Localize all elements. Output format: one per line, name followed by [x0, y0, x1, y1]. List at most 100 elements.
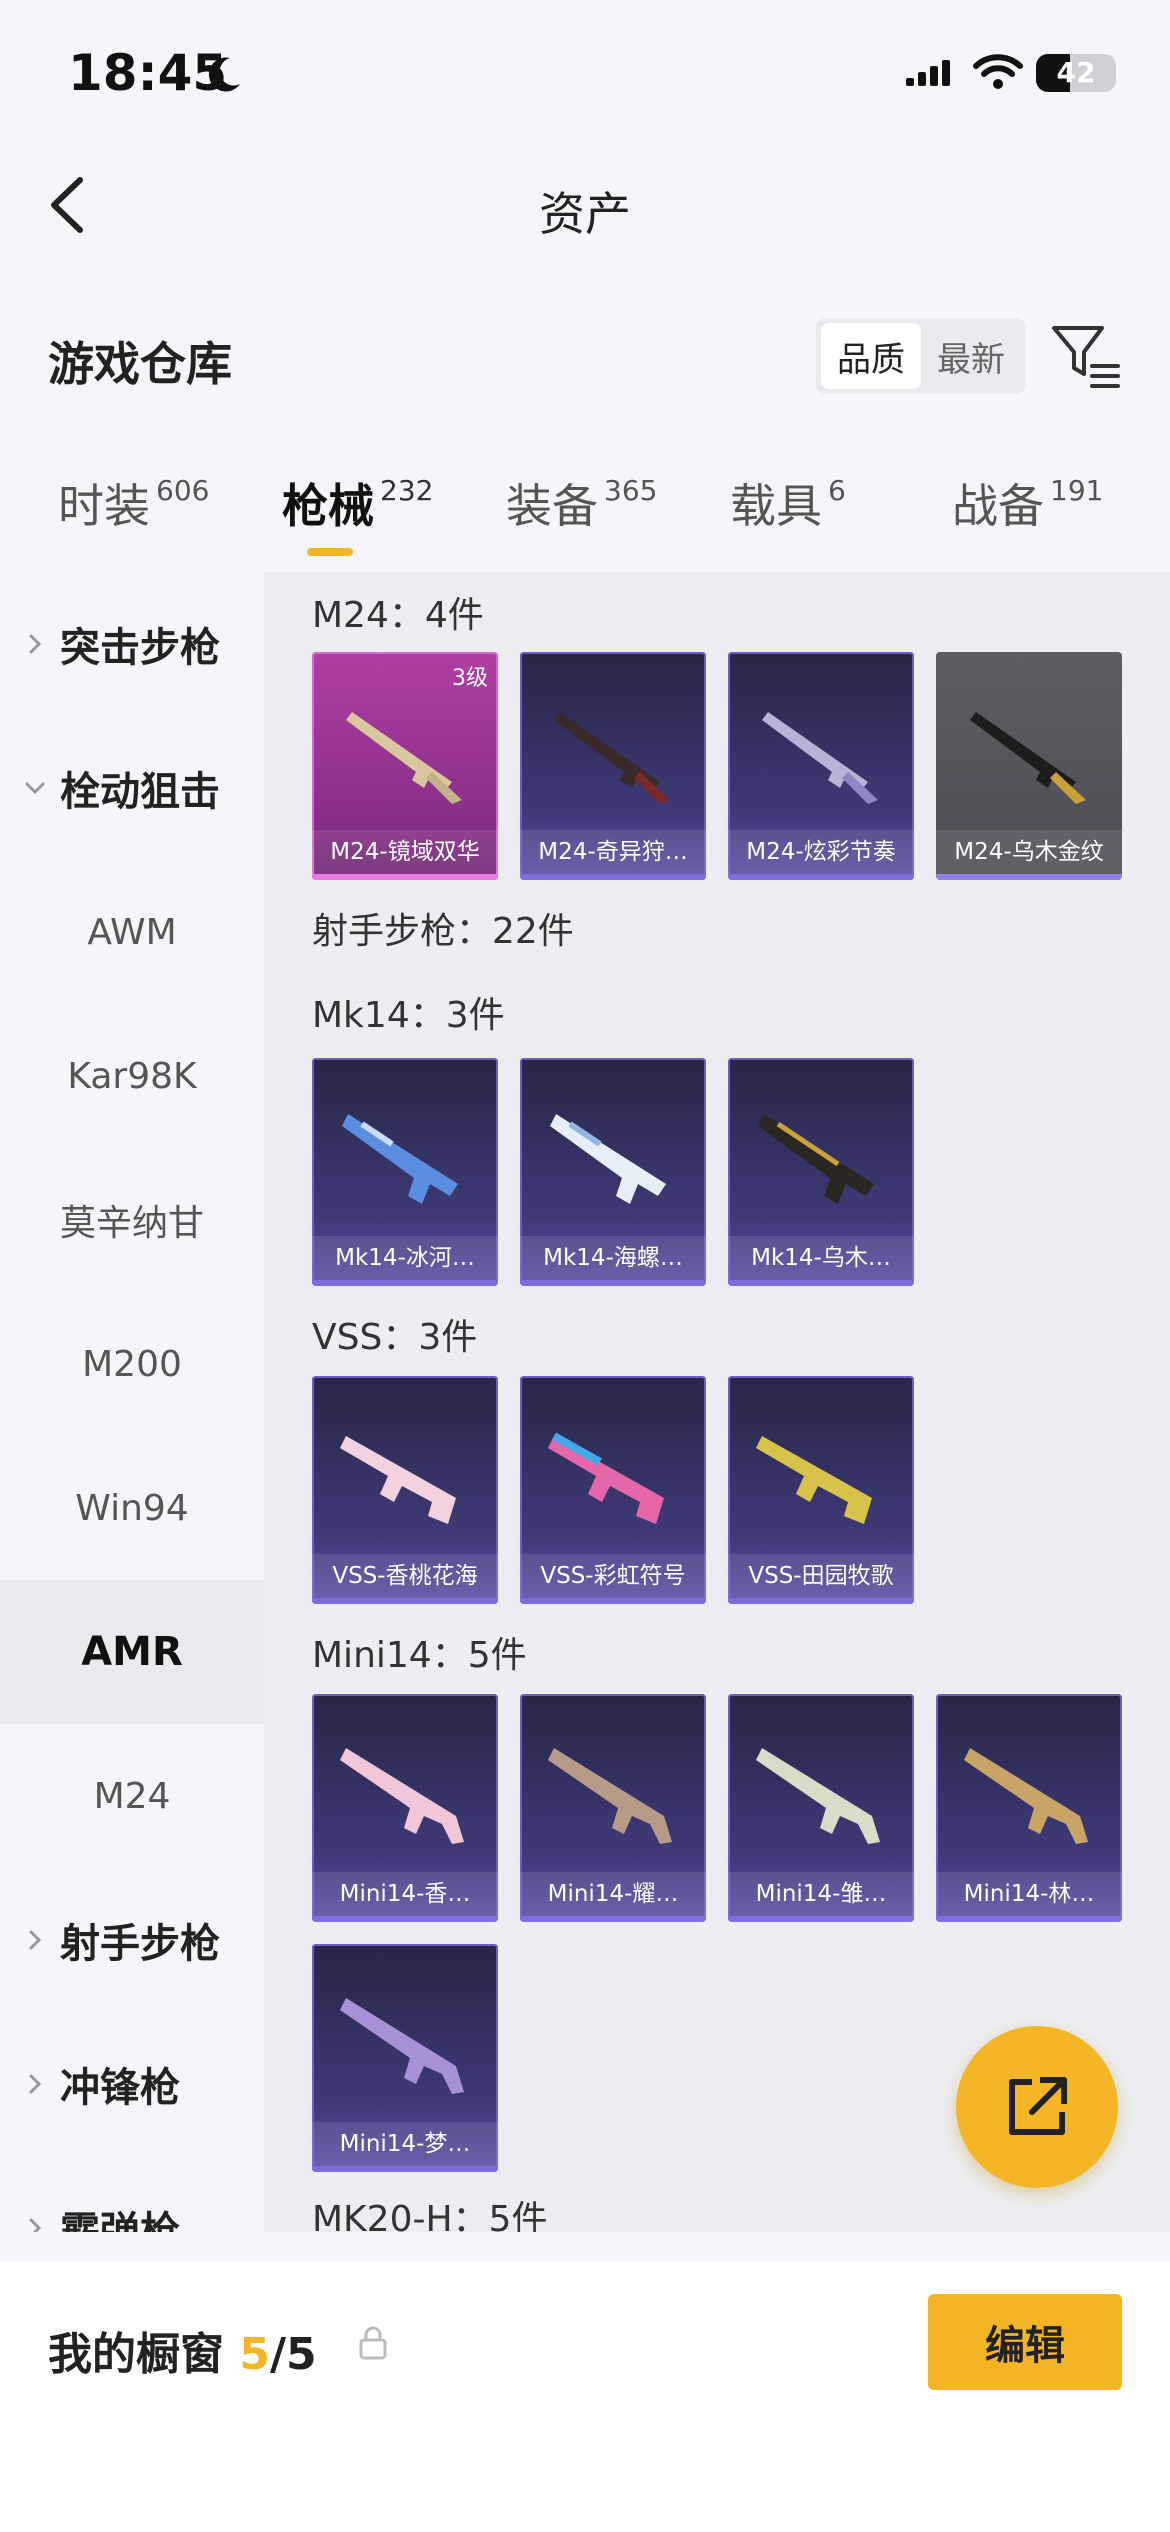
group-label: M24：4件 [312, 595, 484, 636]
sort-latest-button[interactable]: 最新 [921, 323, 1021, 389]
edit-button[interactable]: 编辑 [928, 2294, 1122, 2390]
sort-toggle: 品质 最新 [816, 318, 1026, 394]
rarity-bar [312, 874, 498, 880]
tab-label: 装备 [506, 479, 598, 533]
chevron-right-icon [29, 634, 42, 654]
page-title: 资产 [539, 187, 631, 241]
rarity-bar [312, 1280, 498, 1286]
rifle-icon [548, 1432, 664, 1524]
group-label: 射手步枪：22件 [312, 911, 574, 952]
rifle-icon [554, 712, 670, 804]
weapon-card[interactable]: Mini14-香… [312, 1694, 498, 1922]
sidebar-item-label: 突击步枪 [60, 625, 220, 671]
warehouse-title: 游戏仓库 [48, 337, 232, 391]
rifle-icon [346, 712, 462, 804]
filter-icon[interactable] [1050, 322, 1122, 390]
sidebar-item-win94[interactable]: Win94 [0, 1436, 264, 1580]
tab-count: 606 [156, 474, 210, 507]
rarity-bar [520, 1916, 706, 1922]
weapon-card[interactable]: 3级 M24-镜域双华 [312, 652, 498, 880]
showcase-bar: 我的橱窗 5/5 编辑 [0, 2262, 1170, 2532]
rifle-icon [550, 1114, 666, 1204]
weapon-card[interactable]: Mk14-海螺… [520, 1058, 706, 1286]
sidebar-item-awm[interactable]: AWM [0, 860, 264, 1004]
rarity-bar [312, 1598, 498, 1604]
group-label: Mk14：3件 [312, 995, 505, 1036]
weapon-name: Mini14-梦… [312, 2122, 498, 2166]
sidebar-item-label: 霰弹枪 [60, 2209, 180, 2232]
weapon-card[interactable]: M24-炫彩节奏 [728, 652, 914, 880]
rifle-icon [758, 1114, 874, 1204]
weapon-card[interactable]: VSS-香桃花海 [312, 1376, 498, 1604]
sidebar-item-mosin[interactable]: 莫辛纳甘 [0, 1148, 264, 1292]
lock-icon [359, 2326, 387, 2360]
group-label: VSS：3件 [312, 1317, 478, 1358]
rarity-bar [312, 2166, 498, 2172]
weapon-card[interactable]: M24-奇异狩… [520, 652, 706, 880]
weapon-card[interactable]: Mini14-梦… [312, 1944, 498, 2172]
rifle-icon [340, 1436, 456, 1524]
sidebar-item-bolt-sniper[interactable]: 栓动狙击 [0, 716, 264, 860]
tab-count: 191 [1050, 474, 1104, 507]
sidebar-item-kar98k[interactable]: Kar98K [0, 1004, 264, 1148]
rarity-bar [520, 1598, 706, 1604]
rifle-icon [756, 1748, 880, 1844]
group-label: MK20-H：5件 [312, 2199, 548, 2232]
sidebar-item-smg[interactable]: 冲锋枪 [0, 2012, 264, 2156]
weapon-card[interactable]: M24-乌木金纹 [936, 652, 1122, 880]
tab-fashion[interactable]: 时装 606 [58, 470, 209, 536]
weapon-card[interactable]: Mk14-冰河… [312, 1058, 498, 1286]
sidebar-item-assault-rifles[interactable]: 突击步枪 [0, 572, 264, 716]
tab-label: 战备 [952, 479, 1044, 533]
weapon-card[interactable]: Mk14-乌木… [728, 1058, 914, 1286]
weapon-card[interactable]: Mini14-林… [936, 1694, 1122, 1922]
rarity-bar [728, 1916, 914, 1922]
weapon-name: Mini14-林… [936, 1872, 1122, 1916]
weapon-card[interactable]: Mini14-耀… [520, 1694, 706, 1922]
active-tab-indicator [307, 548, 353, 556]
chevron-right-icon [29, 1930, 42, 1950]
weapon-card[interactable]: VSS-田园牧歌 [728, 1376, 914, 1604]
rarity-bar [728, 1280, 914, 1286]
weapon-name: M24-镜域双华 [312, 830, 498, 874]
weapon-name: M24-乌木金纹 [936, 830, 1122, 874]
rarity-bar [312, 1916, 498, 1922]
weapon-name: Mini14-耀… [520, 1872, 706, 1916]
sidebar-item-shotgun[interactable]: 霰弹枪 [0, 2156, 264, 2232]
rarity-bar [520, 874, 706, 880]
share-button[interactable] [956, 2026, 1118, 2188]
sidebar-item-amr[interactable]: AMR [0, 1580, 264, 1724]
rarity-bar [936, 1916, 1122, 1922]
rifle-icon [340, 1998, 464, 2094]
weapon-name: Mini14-雏… [728, 1872, 914, 1916]
tab-equipment[interactable]: 装备 365 [506, 470, 657, 536]
weapon-name: M24-奇异狩… [520, 830, 706, 874]
tab-label: 时装 [58, 479, 150, 533]
rifle-icon [756, 1436, 872, 1524]
rarity-bar [936, 874, 1122, 880]
weapon-name: Mk14-乌木… [728, 1236, 914, 1280]
rarity-bar [728, 1598, 914, 1604]
weapon-name: M24-炫彩节奏 [728, 830, 914, 874]
rifle-icon [762, 712, 878, 804]
sort-quality-button[interactable]: 品质 [821, 323, 921, 389]
sidebar-item-m200[interactable]: M200 [0, 1292, 264, 1436]
showcase-total: /5 [269, 2329, 317, 2380]
showcase-current: 5 [239, 2329, 270, 2380]
rifle-icon [340, 1748, 464, 1844]
weapon-card[interactable]: Mini14-雏… [728, 1694, 914, 1922]
sidebar-item-marksman[interactable]: 射手步枪 [0, 1868, 264, 2012]
signal-icon [906, 60, 950, 86]
rarity-bar [520, 1280, 706, 1286]
tab-vehicles[interactable]: 载具 6 [730, 470, 846, 536]
weapon-name: Mk14-冰河… [312, 1236, 498, 1280]
showcase-label: 我的橱窗 5/5 [48, 2318, 317, 2382]
weapon-name: VSS-彩虹符号 [520, 1554, 706, 1598]
moon-icon [208, 57, 240, 92]
category-tabs: 时装 606 枪械 232 装备 365 载具 6 战备 191 [0, 470, 1170, 570]
tab-combat-gear[interactable]: 战备 191 [952, 470, 1103, 536]
tab-firearms[interactable]: 枪械 232 [282, 470, 433, 536]
weapon-card[interactable]: VSS-彩虹符号 [520, 1376, 706, 1604]
sidebar-item-m24[interactable]: M24 [0, 1724, 264, 1868]
sidebar-item-label: 冲锋枪 [60, 2065, 180, 2111]
